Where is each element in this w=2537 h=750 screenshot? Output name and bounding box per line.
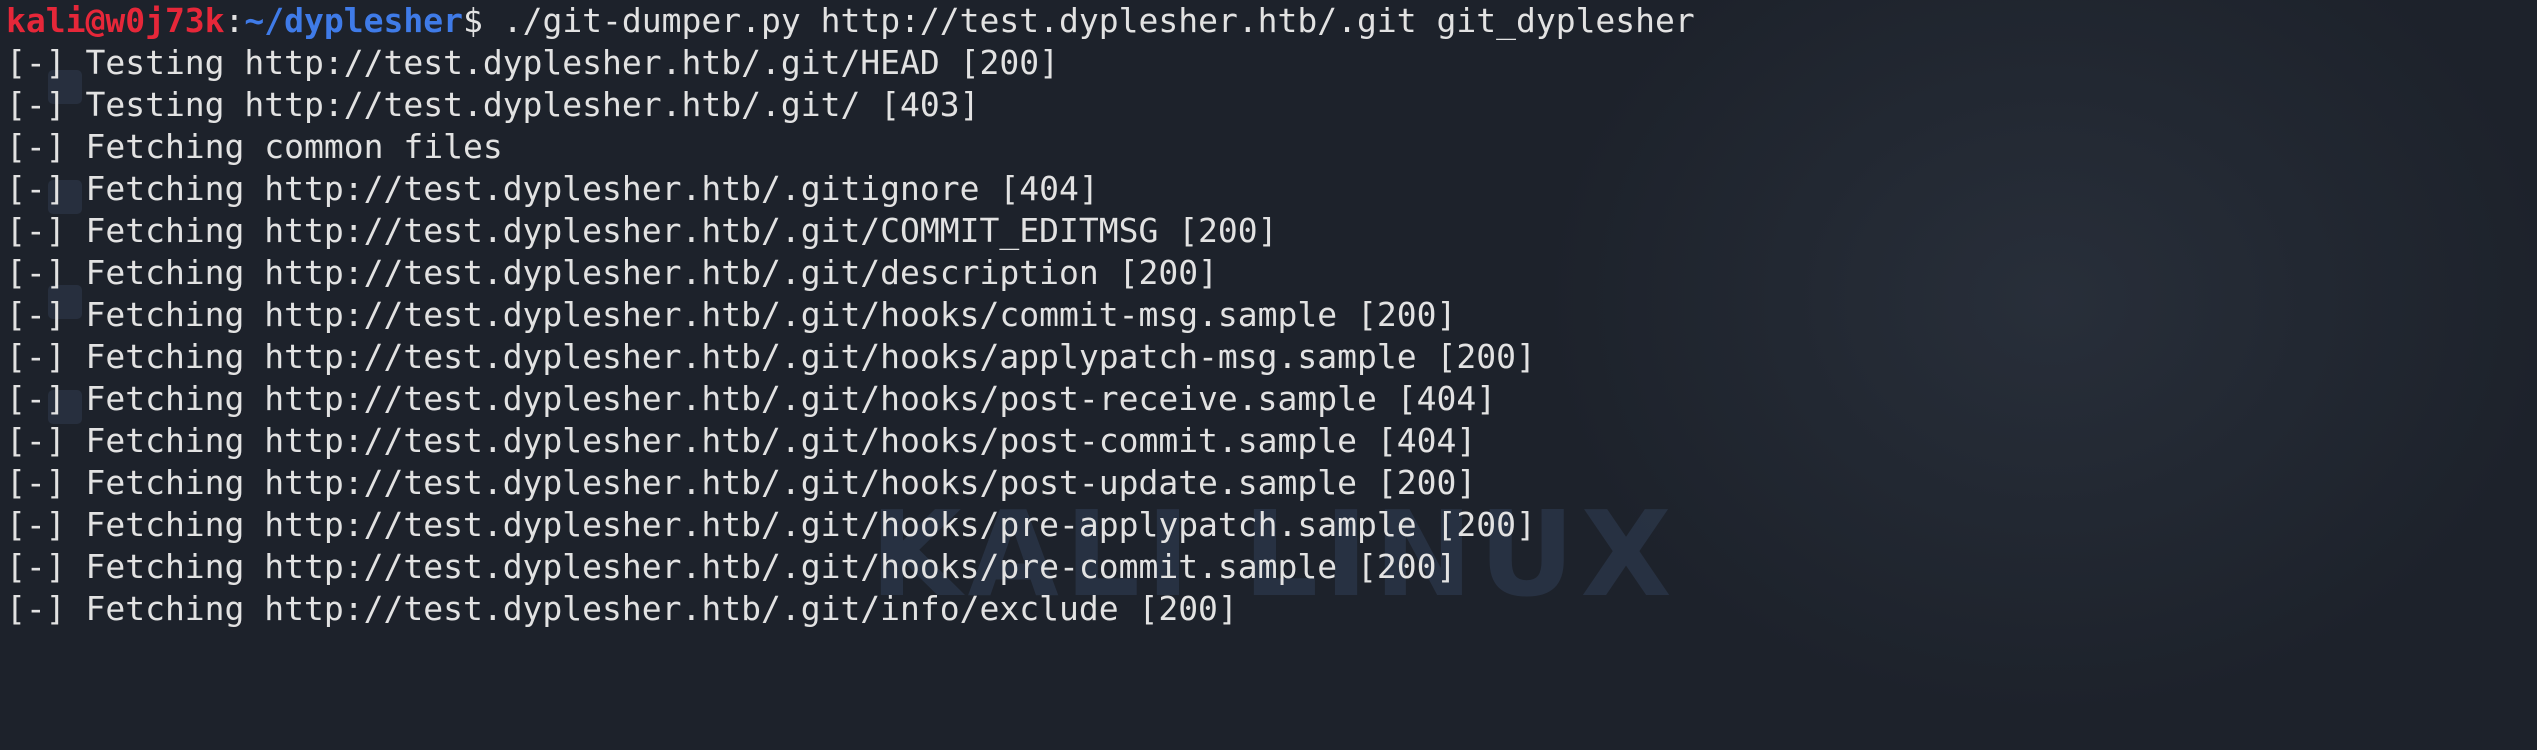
output-line: [-] Testing http://test.dyplesher.htb/.g… (6, 85, 980, 124)
output-line: [-] Fetching http://test.dyplesher.htb/.… (6, 337, 1536, 376)
output-line: [-] Fetching http://test.dyplesher.htb/.… (6, 295, 1457, 334)
output-line: [-] Fetching http://test.dyplesher.htb/.… (6, 547, 1457, 586)
prompt-user-host: kali@w0j73k (6, 1, 225, 40)
terminal-window[interactable]: kali@w0j73k:~/dyplesher$ ./git-dumper.py… (6, 0, 2537, 636)
output-line: [-] Fetching http://test.dyplesher.htb/.… (6, 589, 1238, 628)
output-line: [-] Fetching http://test.dyplesher.htb/.… (6, 169, 1099, 208)
output-line: [-] Testing http://test.dyplesher.htb/.g… (6, 43, 1059, 82)
prompt-separator: : (224, 1, 245, 40)
prompt-sign: $ (462, 1, 483, 40)
output-line: [-] Fetching http://test.dyplesher.htb/.… (6, 505, 1536, 544)
output-line: [-] Fetching http://test.dyplesher.htb/.… (6, 253, 1218, 292)
command-text: ./git-dumper.py http://test.dyplesher.ht… (482, 1, 1695, 40)
output-line: [-] Fetching http://test.dyplesher.htb/.… (6, 421, 1477, 460)
prompt-path: ~/dyplesher (244, 1, 463, 40)
output-line: [-] Fetching http://test.dyplesher.htb/.… (6, 463, 1477, 502)
output-line: [-] Fetching common files (6, 127, 503, 166)
output-line: [-] Fetching http://test.dyplesher.htb/.… (6, 211, 1278, 250)
command-prompt-line: kali@w0j73k:~/dyplesher$ ./git-dumper.py… (6, 0, 2537, 42)
output-line: [-] Fetching http://test.dyplesher.htb/.… (6, 379, 1497, 418)
